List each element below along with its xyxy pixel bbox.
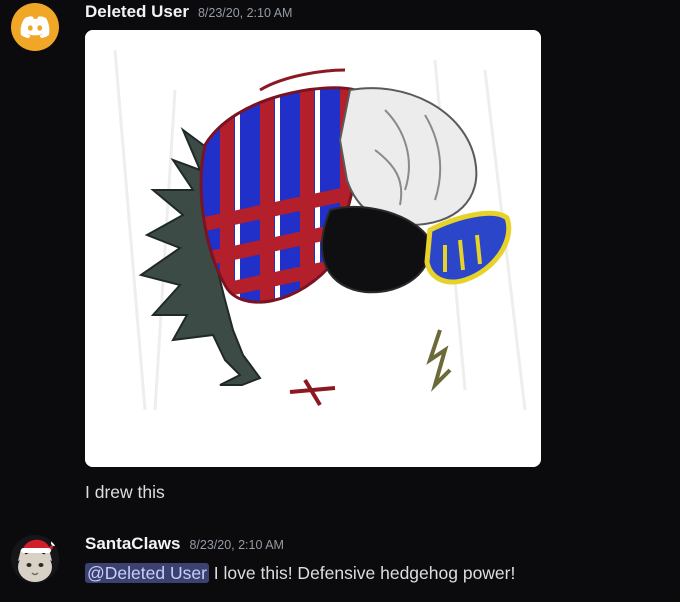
user-mention[interactable]: @Deleted User [85, 563, 209, 583]
username[interactable]: Deleted User [85, 2, 189, 22]
avatar[interactable] [11, 3, 59, 51]
message-body: I love this! Defensive hedgehog power! [213, 563, 516, 583]
timestamp[interactable]: 8/23/20, 2:10 AM [198, 6, 293, 20]
cat-santa-hat-icon [11, 535, 59, 583]
username[interactable]: SantaClaws [85, 534, 180, 554]
image-attachment[interactable] [85, 30, 541, 467]
message-text: I drew this [85, 482, 165, 502]
discord-logo-icon [20, 16, 50, 38]
message-header: Deleted User 8/23/20, 2:10 AM [85, 2, 292, 22]
timestamp[interactable]: 8/23/20, 2:10 AM [189, 538, 284, 552]
hedgehog-drawing [85, 30, 541, 467]
avatar[interactable] [11, 535, 59, 583]
chat-log: Deleted User 8/23/20, 2:10 AM I drew thi… [0, 0, 680, 602]
message-header: SantaClaws 8/23/20, 2:10 AM [85, 534, 284, 554]
message-text: @Deleted User I love this! Defensive hed… [85, 563, 515, 584]
